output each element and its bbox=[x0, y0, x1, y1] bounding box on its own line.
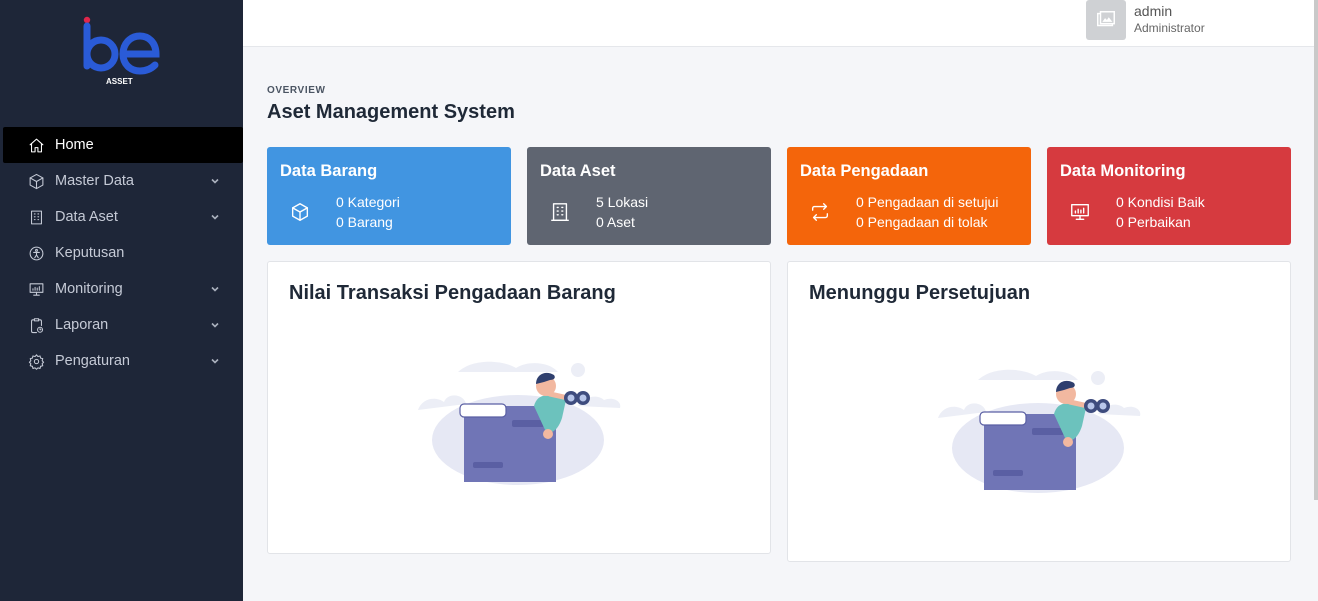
sidebar-item-label: Home bbox=[55, 137, 94, 153]
monitor-icon bbox=[1069, 201, 1091, 223]
app-logo[interactable]: ASSET bbox=[80, 14, 164, 90]
sidebar-item-laporan[interactable]: Laporan bbox=[3, 307, 243, 343]
scrollbar[interactable] bbox=[1314, 0, 1318, 500]
sidebar: ASSET Home Master Data Data Aset Keputus… bbox=[0, 0, 243, 601]
sidebar-item-label: Monitoring bbox=[55, 281, 123, 297]
page-title: Aset Management System bbox=[267, 101, 515, 123]
card-title: Data Aset bbox=[540, 162, 616, 180]
clipboard-icon bbox=[27, 316, 45, 334]
user-name[interactable]: admin bbox=[1134, 3, 1172, 19]
avatar[interactable] bbox=[1086, 0, 1126, 40]
home-icon bbox=[27, 136, 45, 154]
sidebar-item-data-aset[interactable]: Data Aset bbox=[3, 199, 243, 235]
card-stat-line: 0 Aset bbox=[596, 214, 635, 230]
sidebar-item-label: Master Data bbox=[55, 173, 134, 189]
arrows-exchange-icon bbox=[809, 201, 831, 223]
panel-title: Nilai Transaksi Pengadaan Barang bbox=[289, 282, 616, 304]
logo-sub-text: ASSET bbox=[106, 77, 133, 86]
chevron-down-icon bbox=[209, 319, 221, 331]
sidebar-item-master-data[interactable]: Master Data bbox=[3, 163, 243, 199]
card-data-barang[interactable]: Data Barang 0 Kategori 0 Barang bbox=[267, 147, 511, 245]
card-data-aset[interactable]: Data Aset 5 Lokasi 0 Aset bbox=[527, 147, 771, 245]
panel-menunggu-persetujuan: Menunggu Persetujuan bbox=[787, 261, 1291, 562]
sidebar-item-keputusan[interactable]: Keputusan bbox=[3, 235, 243, 271]
card-stat-line: 0 Pengadaan di setujui bbox=[856, 194, 999, 210]
card-stat-line: 5 Lokasi bbox=[596, 194, 649, 210]
image-placeholder-icon bbox=[1097, 11, 1115, 27]
panel-nilai-transaksi: Nilai Transaksi Pengadaan Barang bbox=[267, 261, 771, 554]
empty-state-illustration bbox=[418, 358, 622, 488]
chevron-down-icon bbox=[209, 211, 221, 223]
sidebar-item-label: Laporan bbox=[55, 317, 109, 333]
user-role: Administrator bbox=[1134, 21, 1205, 35]
monitor-icon bbox=[27, 280, 45, 298]
card-stat-line: 0 Kondisi Baik bbox=[1116, 194, 1205, 210]
sidebar-item-home[interactable]: Home bbox=[3, 127, 243, 163]
chevron-down-icon bbox=[209, 175, 221, 187]
sidebar-item-label: Data Aset bbox=[55, 209, 118, 225]
card-stat-line: 0 Perbaikan bbox=[1116, 214, 1191, 230]
page-overline: OVERVIEW bbox=[267, 85, 326, 96]
sidebar-item-pengaturan[interactable]: Pengaturan bbox=[3, 343, 243, 379]
sidebar-item-label: Pengaturan bbox=[55, 353, 130, 369]
sidebar-item-label: Keputusan bbox=[55, 245, 125, 261]
sidebar-item-monitoring[interactable]: Monitoring bbox=[3, 271, 243, 307]
panel-title: Menunggu Persetujuan bbox=[809, 282, 1031, 304]
gear-icon bbox=[27, 352, 45, 370]
cube-icon bbox=[27, 172, 45, 190]
sidebar-nav: Home Master Data Data Aset Keputusan Mon… bbox=[3, 127, 243, 379]
card-data-pengadaan[interactable]: Data Pengadaan 0 Pengadaan di setujui 0 … bbox=[787, 147, 1031, 245]
building-icon bbox=[27, 208, 45, 226]
chevron-down-icon bbox=[209, 283, 221, 295]
chevron-down-icon bbox=[209, 355, 221, 367]
person-circle-icon bbox=[27, 244, 45, 262]
cube-icon bbox=[289, 201, 311, 223]
empty-state-illustration bbox=[938, 366, 1142, 496]
card-stat-line: 0 Barang bbox=[336, 214, 393, 230]
card-stat-line: 0 Kategori bbox=[336, 194, 400, 210]
card-title: Data Barang bbox=[280, 162, 378, 180]
building-icon bbox=[549, 201, 571, 223]
card-title: Data Pengadaan bbox=[800, 162, 929, 180]
card-title: Data Monitoring bbox=[1060, 162, 1186, 180]
card-data-monitoring[interactable]: Data Monitoring 0 Kondisi Baik 0 Perbaik… bbox=[1047, 147, 1291, 245]
card-stat-line: 0 Pengadaan di tolak bbox=[856, 214, 988, 230]
